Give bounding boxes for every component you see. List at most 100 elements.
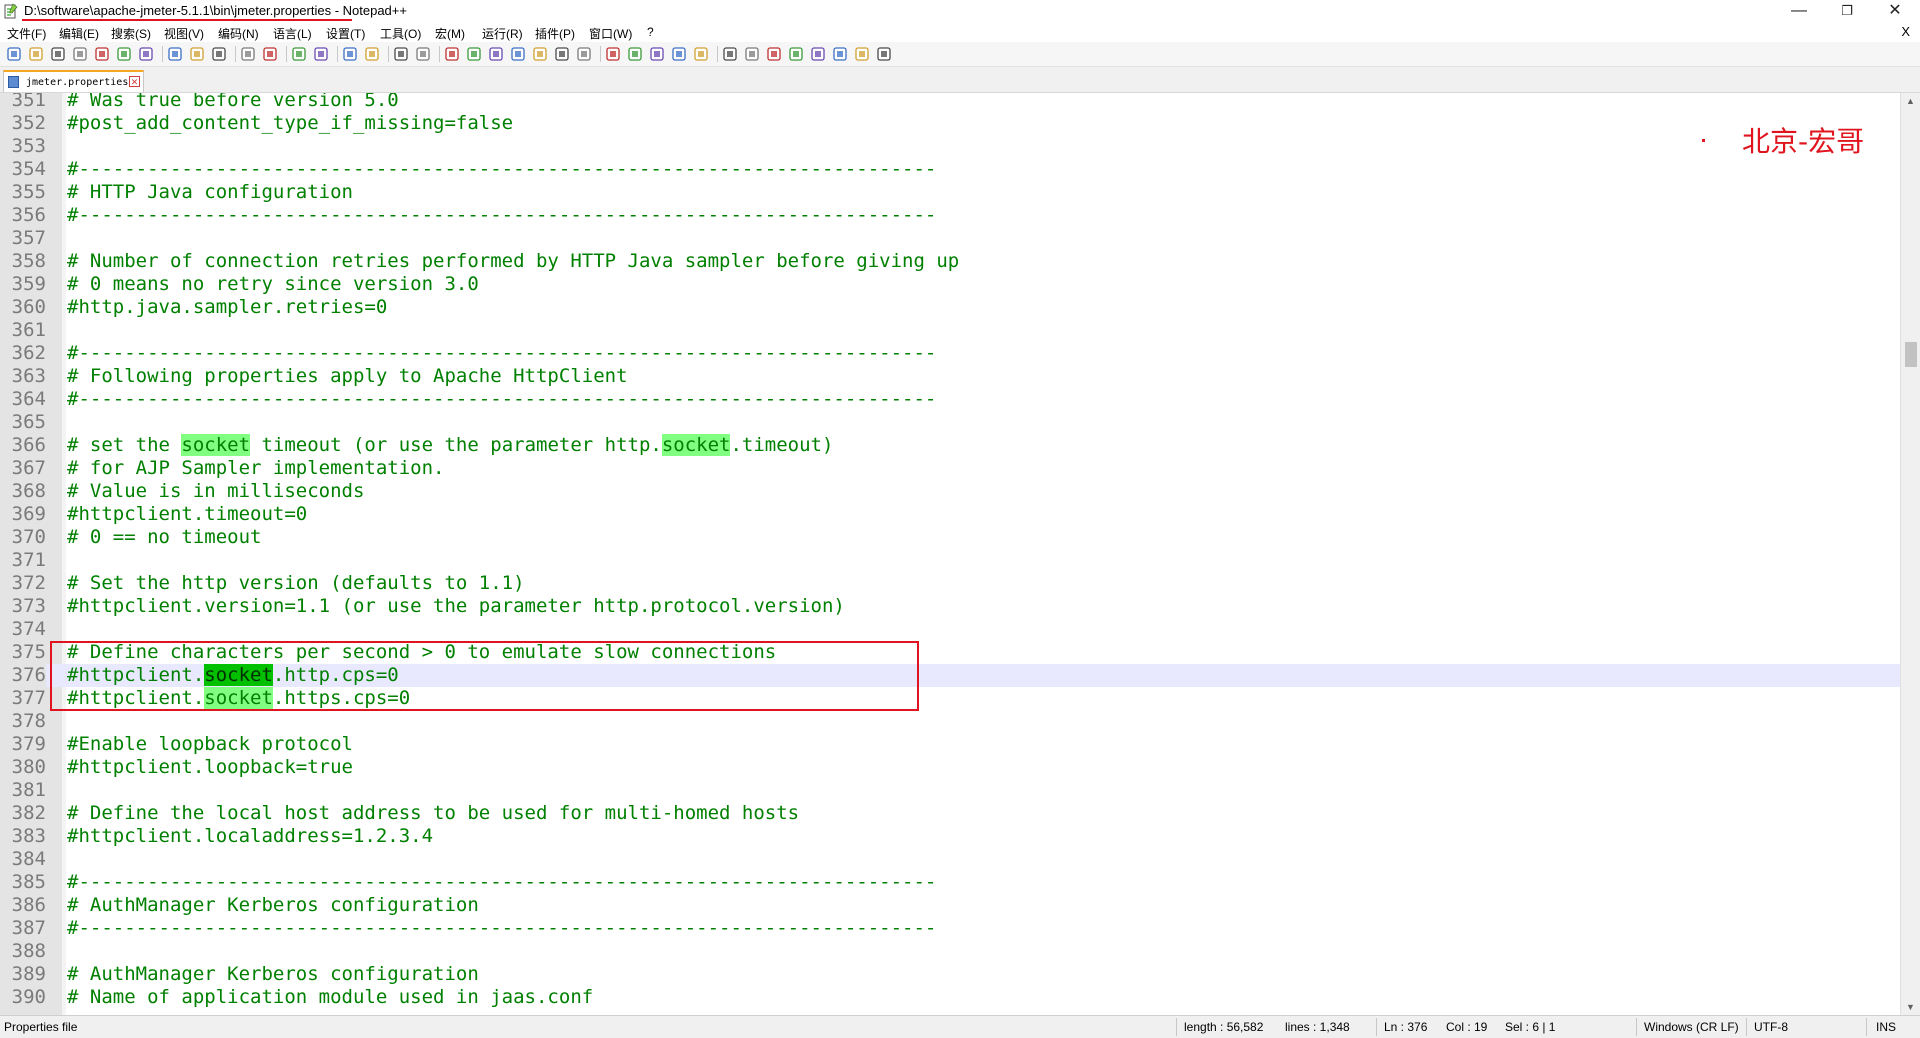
sync-horizontal-icon[interactable] [415,46,431,62]
menu-macro[interactable]: 宏(M) [435,25,465,42]
copy-icon[interactable] [189,46,205,62]
run-macro-multiple-icon[interactable] [671,46,687,62]
tb-extra-5-icon[interactable] [810,46,826,62]
code-line[interactable]: 389 # AuthManager Kerberos configuration [0,963,1900,986]
monitoring-icon[interactable] [576,46,592,62]
function-list-icon[interactable] [532,46,548,62]
tb-extra-7-icon[interactable] [854,46,870,62]
menu-view[interactable]: 视图(V) [164,25,204,42]
cut-icon[interactable] [167,46,183,62]
scroll-up-arrow-icon[interactable]: ▲ [1906,96,1915,106]
doc-map-icon[interactable] [510,46,526,62]
code-line[interactable]: 382 # Define the local host address to be… [0,802,1900,825]
vertical-scrollbar[interactable]: ▲ ▼ [1900,93,1920,1015]
print-icon[interactable] [138,46,154,62]
zoom-in-icon[interactable] [342,46,358,62]
menu-tools[interactable]: 工具(O) [380,25,421,42]
menu-search[interactable]: 搜索(S) [111,25,151,42]
new-file-icon[interactable] [6,46,22,62]
code-line[interactable]: 359 # 0 means no retry since version 3.0 [0,273,1900,296]
menu-window[interactable]: 窗口(W) [589,25,632,42]
close-document-button[interactable]: X [1901,24,1910,39]
code-line[interactable]: 374 [0,618,1900,641]
code-line[interactable]: 357 [0,227,1900,250]
tb-extra-8-icon[interactable] [876,46,892,62]
tb-extra-1-icon[interactable] [722,46,738,62]
tb-extra-4-icon[interactable] [788,46,804,62]
paste-icon[interactable] [211,46,227,62]
code-line[interactable]: 368 # Value is in milliseconds [0,480,1900,503]
close-window-button[interactable]: ✕ [1872,0,1918,23]
code-line[interactable]: 360 #http.java.sampler.retries=0 [0,296,1900,319]
close-all-icon[interactable] [116,46,132,62]
code-line[interactable]: 362 #------------------------------------… [0,342,1900,365]
find-icon[interactable] [291,46,307,62]
menu-help[interactable]: ? [647,25,654,39]
code-line[interactable]: 384 [0,848,1900,871]
code-line[interactable]: 351 # Was true before version 5.0 [0,93,1900,112]
restore-button[interactable]: ❐ [1824,0,1870,23]
menu-edit[interactable]: 编辑(E) [59,25,99,42]
editor-area[interactable]: 351 # Was true before version 5.0 352 #post… [0,93,1900,1015]
menu-plugins[interactable]: 插件(P) [535,25,575,42]
code-line[interactable]: 385 #------------------------------------… [0,871,1900,894]
code-line[interactable]: 379 #Enable loopback protocol [0,733,1900,756]
code-line[interactable]: 354 #------------------------------------… [0,158,1900,181]
code-line[interactable]: 390 # Name of application module used in … [0,986,1900,1009]
code-line[interactable]: 383 #httpclient.localaddress=1.2.3.4 [0,825,1900,848]
menu-encoding[interactable]: 编码(N) [218,25,259,42]
code-line[interactable]: 365 [0,411,1900,434]
code-line[interactable]: 381 [0,779,1900,802]
save-icon[interactable] [50,46,66,62]
code-line[interactable]: 369 #httpclient.timeout=0 [0,503,1900,526]
code-line[interactable]: 355 # HTTP Java configuration [0,181,1900,204]
show-all-chars-icon[interactable] [466,46,482,62]
menu-settings[interactable]: 设置(T) [326,25,365,42]
word-wrap-icon[interactable] [444,46,460,62]
tb-extra-2-icon[interactable] [744,46,760,62]
code-line[interactable]: 363 # Following properties apply to Apach… [0,365,1900,388]
indent-guide-icon[interactable] [488,46,504,62]
open-file-icon[interactable] [28,46,44,62]
code-line[interactable]: 386 # AuthManager Kerberos configuration [0,894,1900,917]
code-line[interactable]: 373 #httpclient.version=1.1 (or use the p… [0,595,1900,618]
code-line[interactable]: 358 # Number of connection retries perfor… [0,250,1900,273]
scroll-down-arrow-icon[interactable]: ▼ [1906,1002,1915,1012]
save-macro-icon[interactable] [693,46,709,62]
replace-icon[interactable] [313,46,329,62]
tb-extra-6-icon[interactable] [832,46,848,62]
code-line[interactable]: 353 [0,135,1900,158]
code-line[interactable]: 366 # set the socket timeout (or use the … [0,434,1900,457]
menu-file[interactable]: 文件(F) [7,25,46,42]
menu-language[interactable]: 语言(L) [273,25,312,42]
menu-run[interactable]: 运行(R) [482,25,523,42]
save-all-icon[interactable] [72,46,88,62]
undo-icon[interactable] [240,46,256,62]
code-line[interactable]: 370 # 0 == no timeout [0,526,1900,549]
code-line[interactable]: 372 # Set the http version (defaults to 1… [0,572,1900,595]
line-text: #---------------------------------------… [67,204,937,226]
code-line[interactable]: 380 #httpclient.loopback=true [0,756,1900,779]
code-line[interactable]: 388 [0,940,1900,963]
code-line[interactable]: 371 [0,549,1900,572]
code-line[interactable]: 378 [0,710,1900,733]
code-line[interactable]: 352 #post_add_content_type_if_missing=fal… [0,112,1900,135]
code-line[interactable]: 387 #------------------------------------… [0,917,1900,940]
zoom-out-icon[interactable] [364,46,380,62]
minimize-button[interactable]: — [1776,0,1822,23]
sync-vertical-icon[interactable] [393,46,409,62]
code-line[interactable]: 361 [0,319,1900,342]
code-line[interactable]: 367 # for AJP Sampler implementation. [0,457,1900,480]
tab-jmeter-properties[interactable]: jmeter.properties ✕ [3,70,144,92]
tab-close-icon[interactable]: ✕ [129,76,140,87]
code-line[interactable]: 364 #------------------------------------… [0,388,1900,411]
redo-icon[interactable] [262,46,278,62]
record-macro-icon[interactable] [605,46,621,62]
tb-extra-3-icon[interactable] [766,46,782,62]
code-line[interactable]: 356 #------------------------------------… [0,204,1900,227]
close-icon[interactable] [94,46,110,62]
play-macro-icon[interactable] [649,46,665,62]
stop-record-icon[interactable] [627,46,643,62]
scrollbar-thumb[interactable] [1905,342,1917,367]
folder-workspace-icon[interactable] [554,46,570,62]
